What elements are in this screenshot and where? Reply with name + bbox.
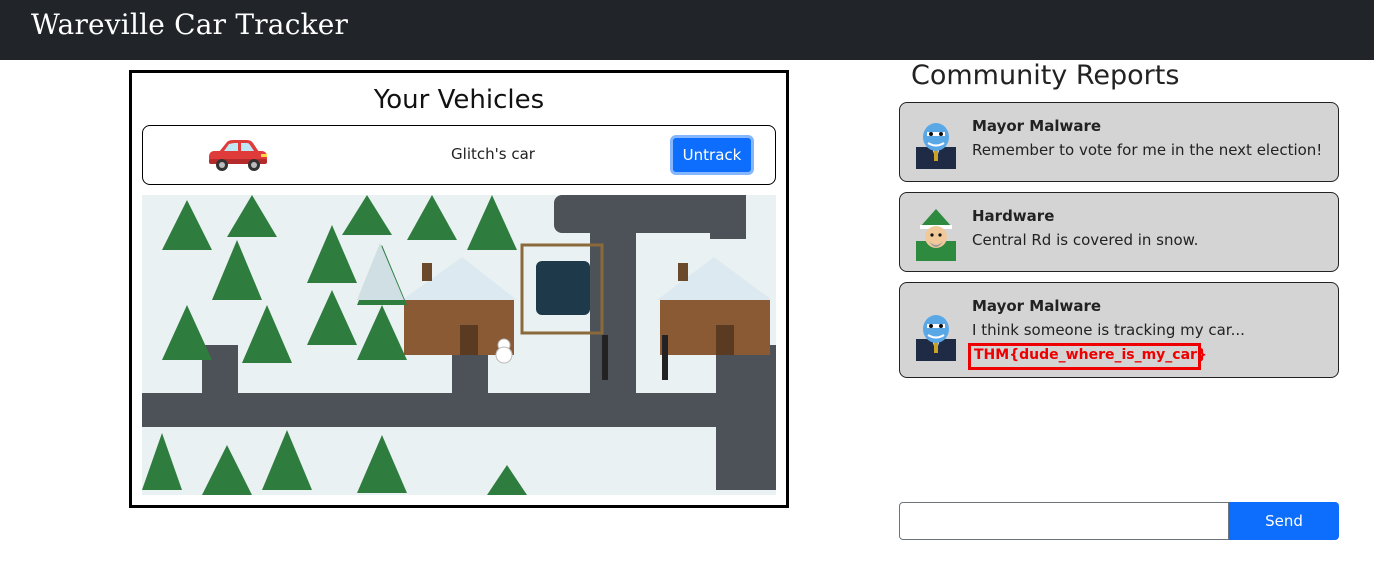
report-message: Central Rd is covered in snow. [972,231,1199,249]
elf-avatar [916,209,956,261]
vehicle-row: Glitch's car Untrack [142,125,776,185]
report-message: Remember to vote for me in the next elec… [972,141,1323,159]
mayor-malware-avatar [916,315,956,361]
mayor-malware-avatar [916,123,956,169]
navbar: Wareville Car Tracker [0,0,1374,60]
report-message: I think someone is tracking my car... [972,321,1245,339]
report-flag: THM{dude_where_is_my_car} [968,343,1207,370]
red-car-icon [209,140,267,171]
send-button[interactable]: Send [1229,502,1339,540]
report-card: Mayor Malware Remember to vote for me in… [899,102,1339,182]
vehicles-title: Your Vehicles [373,85,545,115]
report-message-input[interactable] [899,502,1229,540]
snowy-town-map[interactable] [142,195,776,495]
report-author: Mayor Malware [972,117,1102,135]
app-title[interactable]: Wareville Car Tracker [31,8,348,41]
report-card: Hardware Central Rd is covered in snow. [899,192,1339,272]
report-card: Mayor Malware I think someone is trackin… [899,282,1339,378]
report-author: Mayor Malware [972,297,1102,315]
untrack-button[interactable]: Untrack [670,135,754,175]
report-author: Hardware [972,207,1055,225]
community-reports-title: Community Reports [911,60,1180,91]
vehicle-name: Glitch's car [451,145,535,163]
vehicles-panel: Your Vehicles Glitch's car Untrack [129,70,789,508]
